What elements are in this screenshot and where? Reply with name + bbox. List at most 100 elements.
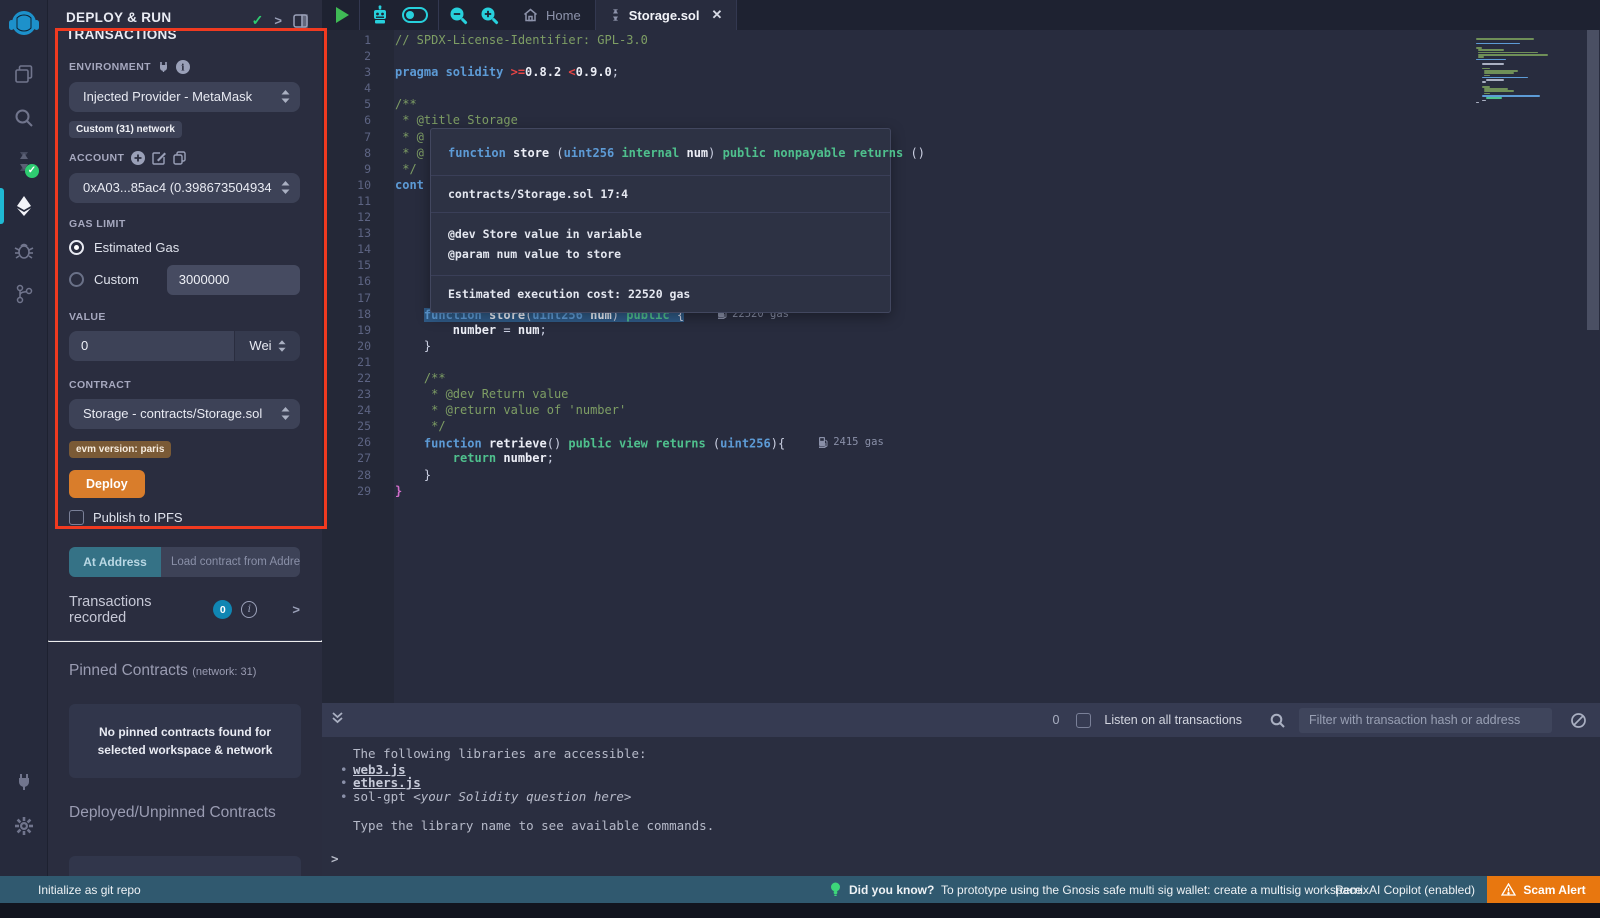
line-number: 6 [322, 112, 371, 128]
tooltip-location: contracts/Storage.sol 17:4 [431, 175, 890, 212]
environment-label: ENVIRONMENT i [69, 60, 300, 74]
code-line[interactable]: function retrieve() public view returns … [395, 434, 1440, 450]
terminal-intro: The following libraries are accessible: [353, 746, 1600, 763]
code-line[interactable]: pragma solidity >=0.8.2 <0.9.0; [395, 64, 1440, 80]
git-init-button[interactable]: Initialize as git repo [0, 883, 141, 897]
add-account-icon[interactable] [131, 151, 145, 165]
code-line[interactable] [395, 354, 1440, 370]
publish-ipfs-checkbox[interactable] [69, 510, 84, 525]
at-address-input[interactable]: Load contract from Addres [161, 547, 300, 577]
copilot-toggle[interactable] [402, 7, 428, 23]
line-number: 11 [322, 193, 371, 209]
estimated-gas-radio[interactable] [69, 240, 84, 255]
line-number: 16 [322, 273, 371, 289]
code-line[interactable]: } [395, 483, 1440, 499]
plug-icon [158, 61, 169, 73]
code-editor[interactable]: 1234567891011121314151617181920212223242… [322, 30, 1600, 703]
zoom-out-icon[interactable] [449, 6, 468, 25]
remix-logo[interactable] [0, 0, 47, 52]
ai-assistant-icon[interactable] [370, 5, 390, 25]
panel-collapse-icon[interactable]: > [274, 13, 282, 28]
terminal-prompt[interactable]: > [331, 851, 339, 866]
line-number: 5 [322, 96, 371, 112]
line-number: 3 [322, 64, 371, 80]
line-number: 10 [322, 177, 371, 193]
tooltip-signature: function store (uint256 internal num) pu… [431, 129, 890, 175]
code-line[interactable]: * @dev Return value [395, 386, 1440, 402]
scam-alert-button[interactable]: Scam Alert [1487, 876, 1600, 903]
code-line[interactable]: * @return value of 'number' [395, 402, 1440, 418]
unpinned-contracts-title: Deployed/Unpinned Contracts [48, 778, 322, 822]
tab-home[interactable]: Home [509, 0, 595, 30]
settings-icon[interactable] [0, 804, 47, 848]
window-bottom-strip [0, 903, 1600, 918]
code-line[interactable]: /** [395, 370, 1440, 386]
code-line[interactable]: } [395, 467, 1440, 483]
git-icon[interactable] [0, 272, 47, 316]
file-explorer-icon[interactable] [0, 52, 47, 96]
run-script-button[interactable] [336, 7, 349, 23]
code-line[interactable]: return number; [395, 450, 1440, 466]
solidity-compiler-icon[interactable]: ✓ [0, 140, 47, 184]
at-address-button[interactable]: At Address [69, 547, 161, 577]
minimap[interactable] [1448, 30, 1583, 104]
terminal-search-icon [1269, 712, 1286, 729]
deploy-button[interactable]: Deploy [69, 470, 145, 498]
line-number: 12 [322, 209, 371, 225]
copy-account-icon[interactable] [173, 151, 186, 165]
code-line[interactable]: } [395, 338, 1440, 354]
code-line[interactable]: * @title Storage [395, 112, 1440, 128]
ethersjs-link[interactable]: ethers.js [353, 775, 421, 790]
environment-info-icon[interactable]: i [176, 60, 190, 74]
zoom-in-icon[interactable] [480, 6, 499, 25]
line-number: 24 [322, 402, 371, 418]
compile-success-badge: ✓ [25, 164, 39, 178]
hover-tooltip: function store (uint256 internal num) pu… [430, 128, 891, 313]
listen-all-checkbox[interactable] [1076, 713, 1091, 728]
line-number: 23 [322, 386, 371, 402]
custom-gas-input[interactable]: 3000000 [167, 265, 300, 295]
account-label: ACCOUNT [69, 151, 300, 165]
transactions-expand-icon[interactable]: > [292, 602, 300, 617]
collapse-terminal-icon[interactable] [331, 711, 344, 725]
clear-terminal-icon[interactable] [1570, 712, 1587, 729]
value-unit-select[interactable]: Wei [234, 331, 300, 361]
contract-select[interactable]: Storage - contracts/Storage.sol [69, 399, 300, 429]
transactions-info-icon[interactable]: i [241, 601, 257, 618]
environment-select[interactable]: Injected Provider - MetaMask [69, 82, 300, 112]
warning-icon [1501, 883, 1516, 896]
terminal[interactable]: The following libraries are accessible: … [322, 737, 1600, 876]
custom-gas-radio[interactable] [69, 272, 84, 287]
line-number: 29 [322, 483, 371, 499]
lightbulb-icon [830, 882, 841, 897]
tab-storage-sol[interactable]: Storage.sol ✕ [595, 0, 738, 30]
web3js-link[interactable]: web3.js [353, 762, 406, 777]
filter-transactions-input[interactable]: Filter with transaction hash or address [1299, 708, 1552, 733]
plugin-manager-icon[interactable] [0, 760, 47, 804]
line-number: 9 [322, 161, 371, 177]
network-badge: Custom (31) network [69, 121, 182, 138]
line-number: 17 [322, 290, 371, 306]
value-input[interactable]: 0 [69, 331, 234, 361]
value-label: VALUE [69, 311, 300, 323]
scrollbar-thumb[interactable] [1587, 30, 1599, 330]
code-line[interactable]: */ [395, 418, 1440, 434]
code-line[interactable]: number = num; [395, 322, 1440, 338]
search-icon[interactable] [0, 96, 47, 140]
account-select[interactable]: 0xA03...85ac4 (0.398673504934 [69, 173, 300, 203]
editor-scrollbar[interactable] [1586, 30, 1600, 703]
chevron-updown-icon [281, 407, 290, 420]
deploy-run-icon[interactable] [0, 184, 47, 228]
edit-account-icon[interactable] [152, 151, 166, 165]
code-line[interactable] [395, 48, 1440, 64]
close-tab-icon[interactable]: ✕ [711, 7, 722, 23]
copilot-status[interactable]: RemixAI Copilot (enabled) [1335, 883, 1475, 897]
code-line[interactable] [395, 80, 1440, 96]
line-number: 2 [322, 48, 371, 64]
code-line[interactable]: /** [395, 96, 1440, 112]
pin-panel-icon[interactable] [293, 14, 308, 28]
evm-version-badge: evm version: paris [69, 441, 171, 458]
debugger-icon[interactable] [0, 228, 47, 272]
code-line[interactable]: // SPDX-License-Identifier: GPL-3.0 [395, 32, 1440, 48]
terminal-tx-count: 0 [1052, 713, 1059, 727]
